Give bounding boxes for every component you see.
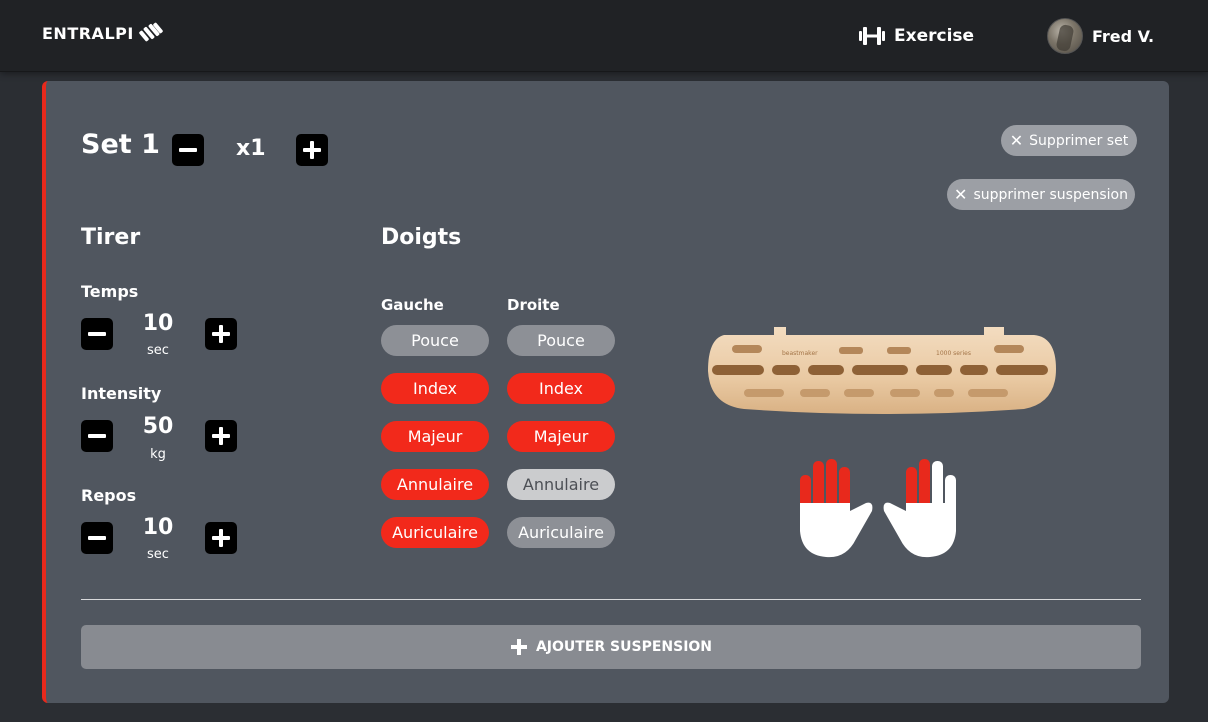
minus-icon bbox=[88, 536, 106, 540]
hands-illustration bbox=[800, 459, 956, 558]
left-finger-auriculaire[interactable]: Auriculaire bbox=[381, 517, 489, 548]
hangboard-model-text: 1000 series bbox=[936, 350, 971, 357]
finger-label: Auriculaire bbox=[392, 523, 478, 542]
left-finger-index[interactable]: Index bbox=[381, 373, 489, 404]
add-suspension-button[interactable]: AJOUTER SUSPENSION bbox=[81, 625, 1141, 669]
plus-icon-v bbox=[219, 325, 223, 343]
close-icon: ✕ bbox=[1009, 131, 1024, 150]
plus-icon bbox=[510, 639, 527, 655]
param-label-temps: Temps bbox=[81, 282, 139, 301]
droite-header: Droite bbox=[507, 296, 560, 314]
delete-set-label: Supprimer set bbox=[1029, 132, 1129, 149]
finger-label: Annulaire bbox=[522, 475, 600, 494]
delete-suspension-button[interactable]: ✕ supprimer suspension bbox=[947, 179, 1135, 210]
param-label-repos: Repos bbox=[81, 486, 137, 505]
delete-suspension-label: supprimer suspension bbox=[973, 186, 1128, 203]
plus-icon-v bbox=[219, 427, 223, 445]
tirer-title: Tirer bbox=[81, 225, 141, 250]
right-finger-index[interactable]: Index bbox=[507, 373, 615, 404]
minus-icon bbox=[179, 148, 197, 152]
param-label-intensity: Intensity bbox=[81, 384, 162, 403]
finger-label: Pouce bbox=[537, 331, 585, 350]
right-palm bbox=[883, 502, 956, 558]
add-suspension-label: AJOUTER SUSPENSION bbox=[535, 639, 713, 655]
gauche-header: Gauche bbox=[381, 296, 444, 314]
entralpi-logo[interactable]: ENTRALPI bbox=[42, 20, 164, 46]
hangboard-brand-text: beastmaker bbox=[782, 350, 818, 357]
logo-text: ENTRALPI bbox=[42, 23, 134, 43]
section-divider bbox=[81, 599, 1141, 600]
plus-icon-v bbox=[219, 529, 223, 547]
top-navigation-bar: ENTRALPI Exercise Fred V. bbox=[0, 0, 1208, 72]
user-name: Fred V. bbox=[1092, 26, 1155, 46]
left-finger-majeur[interactable]: Majeur bbox=[381, 421, 489, 452]
intensity-value: 50 bbox=[142, 414, 174, 439]
minus-icon bbox=[88, 434, 106, 438]
finger-label: Pouce bbox=[411, 331, 459, 350]
repos-unit: sec bbox=[147, 547, 169, 562]
finger-label: Majeur bbox=[407, 427, 463, 446]
left-hand bbox=[800, 459, 873, 558]
plus-icon-v bbox=[310, 141, 314, 159]
repos-decrement-button[interactable] bbox=[81, 522, 113, 554]
left-finger-pouce[interactable]: Pouce bbox=[381, 325, 489, 356]
right-finger-annulaire[interactable]: Annulaire bbox=[507, 469, 615, 500]
finger-label: Auriculaire bbox=[518, 523, 604, 542]
left-palm bbox=[800, 502, 873, 558]
set-count: x1 bbox=[236, 136, 266, 161]
dumbbell-icon bbox=[859, 27, 885, 45]
set-card: Set 1 x1 ✕ Supprimer set ✕ supprimer sus… bbox=[42, 81, 1169, 703]
nav-exercise-label: Exercise bbox=[894, 26, 975, 46]
minus-icon bbox=[88, 332, 106, 336]
avatar bbox=[1047, 18, 1083, 54]
finger-label: Majeur bbox=[533, 427, 589, 446]
right-hand bbox=[883, 459, 956, 558]
delete-set-button[interactable]: ✕ Supprimer set bbox=[1001, 125, 1137, 156]
user-menu[interactable]: Fred V. bbox=[1047, 18, 1154, 54]
set-title: Set 1 bbox=[81, 129, 160, 160]
temps-increment-button[interactable] bbox=[205, 318, 237, 350]
finger-label: Annulaire bbox=[396, 475, 474, 494]
finger-label: Index bbox=[538, 379, 584, 398]
left-finger-annulaire[interactable]: Annulaire bbox=[381, 469, 489, 500]
set-decrement-button[interactable] bbox=[172, 134, 204, 166]
set-increment-button[interactable] bbox=[296, 134, 328, 166]
temps-decrement-button[interactable] bbox=[81, 318, 113, 350]
right-finger-auriculaire[interactable]: Auriculaire bbox=[507, 517, 615, 548]
repos-increment-button[interactable] bbox=[205, 522, 237, 554]
intensity-increment-button[interactable] bbox=[205, 420, 237, 452]
repos-value: 10 bbox=[142, 515, 174, 540]
doigts-title: Doigts bbox=[381, 225, 462, 250]
hand-logo-icon bbox=[139, 22, 163, 42]
right-finger-majeur[interactable]: Majeur bbox=[507, 421, 615, 452]
temps-value: 10 bbox=[142, 311, 174, 336]
hangboard-image: beastmaker 1000 series bbox=[708, 327, 1056, 414]
intensity-decrement-button[interactable] bbox=[81, 420, 113, 452]
right-finger-pouce[interactable]: Pouce bbox=[507, 325, 615, 356]
nav-exercise-link[interactable]: Exercise bbox=[858, 26, 974, 46]
close-icon: ✕ bbox=[954, 185, 968, 204]
temps-unit: sec bbox=[147, 343, 169, 358]
finger-label: Index bbox=[412, 379, 458, 398]
intensity-unit: kg bbox=[150, 447, 166, 462]
